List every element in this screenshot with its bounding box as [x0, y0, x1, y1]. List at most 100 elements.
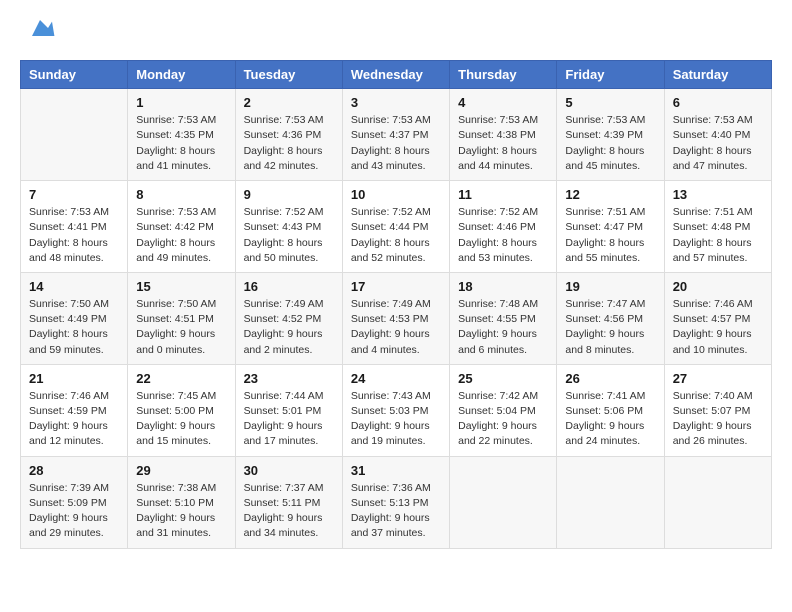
calendar-cell: 22 Sunrise: 7:45 AMSunset: 5:00 PMDayligh… — [128, 364, 235, 456]
calendar-cell: 11 Sunrise: 7:52 AMSunset: 4:46 PMDayligh… — [450, 181, 557, 273]
day-number: 1 — [136, 95, 226, 110]
day-info: Sunrise: 7:49 AMSunset: 4:53 PMDaylight:… — [351, 297, 441, 358]
weekday-header: Friday — [557, 61, 664, 89]
day-number: 16 — [244, 279, 334, 294]
day-number: 11 — [458, 187, 548, 202]
day-number: 3 — [351, 95, 441, 110]
day-info: Sunrise: 7:49 AMSunset: 4:52 PMDaylight:… — [244, 297, 334, 358]
day-number: 7 — [29, 187, 119, 202]
calendar-cell: 19 Sunrise: 7:47 AMSunset: 4:56 PMDayligh… — [557, 272, 664, 364]
calendar-cell: 2 Sunrise: 7:53 AMSunset: 4:36 PMDaylight… — [235, 89, 342, 181]
day-number: 8 — [136, 187, 226, 202]
day-info: Sunrise: 7:50 AMSunset: 4:51 PMDaylight:… — [136, 297, 226, 358]
day-number: 9 — [244, 187, 334, 202]
day-info: Sunrise: 7:37 AMSunset: 5:11 PMDaylight:… — [244, 481, 334, 542]
day-info: Sunrise: 7:53 AMSunset: 4:38 PMDaylight:… — [458, 113, 548, 174]
day-info: Sunrise: 7:45 AMSunset: 5:00 PMDaylight:… — [136, 389, 226, 450]
calendar-week-row: 14 Sunrise: 7:50 AMSunset: 4:49 PMDayligh… — [21, 272, 772, 364]
day-number: 26 — [565, 371, 655, 386]
calendar-cell: 3 Sunrise: 7:53 AMSunset: 4:37 PMDaylight… — [342, 89, 449, 181]
calendar-cell: 1 Sunrise: 7:53 AMSunset: 4:35 PMDaylight… — [128, 89, 235, 181]
day-number: 4 — [458, 95, 548, 110]
weekday-header: Saturday — [664, 61, 771, 89]
calendar-cell: 21 Sunrise: 7:46 AMSunset: 4:59 PMDayligh… — [21, 364, 128, 456]
calendar-week-row: 28Sunrise: 7:39 AMSunset: 5:09 PMDayligh… — [21, 456, 772, 548]
day-number: 28 — [29, 463, 119, 478]
day-info: Sunrise: 7:40 AMSunset: 5:07 PMDaylight:… — [673, 389, 763, 450]
calendar-cell: 16 Sunrise: 7:49 AMSunset: 4:52 PMDayligh… — [235, 272, 342, 364]
day-number: 22 — [136, 371, 226, 386]
weekday-header: Tuesday — [235, 61, 342, 89]
weekday-header: Sunday — [21, 61, 128, 89]
day-number: 2 — [244, 95, 334, 110]
day-number: 30 — [244, 463, 334, 478]
day-info: Sunrise: 7:53 AMSunset: 4:39 PMDaylight:… — [565, 113, 655, 174]
day-info: Sunrise: 7:53 AMSunset: 4:40 PMDaylight:… — [673, 113, 763, 174]
calendar-cell: 12 Sunrise: 7:51 AMSunset: 4:47 PMDayligh… — [557, 181, 664, 273]
calendar-header-row: SundayMondayTuesdayWednesdayThursdayFrid… — [21, 61, 772, 89]
day-number: 19 — [565, 279, 655, 294]
day-number: 10 — [351, 187, 441, 202]
day-number: 31 — [351, 463, 441, 478]
day-info: Sunrise: 7:36 AMSunset: 5:13 PMDaylight:… — [351, 481, 441, 542]
day-number: 17 — [351, 279, 441, 294]
calendar-cell: 31 Sunrise: 7:36 AMSunset: 5:13 PMDayligh… — [342, 456, 449, 548]
day-number: 18 — [458, 279, 548, 294]
logo — [20, 20, 56, 44]
day-info: Sunrise: 7:48 AMSunset: 4:55 PMDaylight:… — [458, 297, 548, 358]
day-number: 20 — [673, 279, 763, 294]
calendar-cell: 5 Sunrise: 7:53 AMSunset: 4:39 PMDaylight… — [557, 89, 664, 181]
day-info: Sunrise: 7:47 AMSunset: 4:56 PMDaylight:… — [565, 297, 655, 358]
day-number: 14 — [29, 279, 119, 294]
day-info: Sunrise: 7:46 AMSunset: 4:59 PMDaylight:… — [29, 389, 119, 450]
calendar-week-row: 7 Sunrise: 7:53 AMSunset: 4:41 PMDaylight… — [21, 181, 772, 273]
day-info: Sunrise: 7:53 AMSunset: 4:42 PMDaylight:… — [136, 205, 226, 266]
day-number: 13 — [673, 187, 763, 202]
calendar-cell: 17 Sunrise: 7:49 AMSunset: 4:53 PMDayligh… — [342, 272, 449, 364]
logo-icon — [24, 12, 56, 44]
calendar-cell: 10 Sunrise: 7:52 AMSunset: 4:44 PMDayligh… — [342, 181, 449, 273]
day-info: Sunrise: 7:44 AMSunset: 5:01 PMDaylight:… — [244, 389, 334, 450]
day-number: 5 — [565, 95, 655, 110]
day-info: Sunrise: 7:42 AMSunset: 5:04 PMDaylight:… — [458, 389, 548, 450]
calendar-cell: 15Sunrise: 7:50 AMSunset: 4:51 PMDayligh… — [128, 272, 235, 364]
day-number: 23 — [244, 371, 334, 386]
page-header — [20, 20, 772, 44]
calendar-cell: 30 Sunrise: 7:37 AMSunset: 5:11 PMDayligh… — [235, 456, 342, 548]
calendar-cell: 4 Sunrise: 7:53 AMSunset: 4:38 PMDaylight… — [450, 89, 557, 181]
calendar-cell: 6 Sunrise: 7:53 AMSunset: 4:40 PMDaylight… — [664, 89, 771, 181]
day-info: Sunrise: 7:52 AMSunset: 4:43 PMDaylight:… — [244, 205, 334, 266]
day-number: 6 — [673, 95, 763, 110]
day-info: Sunrise: 7:52 AMSunset: 4:46 PMDaylight:… — [458, 205, 548, 266]
calendar-cell: 27 Sunrise: 7:40 AMSunset: 5:07 PMDayligh… — [664, 364, 771, 456]
day-info: Sunrise: 7:52 AMSunset: 4:44 PMDaylight:… — [351, 205, 441, 266]
day-number: 12 — [565, 187, 655, 202]
weekday-header: Monday — [128, 61, 235, 89]
calendar-cell: 24Sunrise: 7:43 AMSunset: 5:03 PMDayligh… — [342, 364, 449, 456]
day-info: Sunrise: 7:53 AMSunset: 4:37 PMDaylight:… — [351, 113, 441, 174]
calendar-cell — [450, 456, 557, 548]
day-info: Sunrise: 7:53 AMSunset: 4:41 PMDaylight:… — [29, 205, 119, 266]
day-number: 29 — [136, 463, 226, 478]
calendar-week-row: 21 Sunrise: 7:46 AMSunset: 4:59 PMDayligh… — [21, 364, 772, 456]
day-info: Sunrise: 7:51 AMSunset: 4:47 PMDaylight:… — [565, 205, 655, 266]
calendar-cell: 28Sunrise: 7:39 AMSunset: 5:09 PMDayligh… — [21, 456, 128, 548]
day-number: 27 — [673, 371, 763, 386]
day-info: Sunrise: 7:51 AMSunset: 4:48 PMDaylight:… — [673, 205, 763, 266]
day-info: Sunrise: 7:41 AMSunset: 5:06 PMDaylight:… — [565, 389, 655, 450]
calendar-cell: 25 Sunrise: 7:42 AMSunset: 5:04 PMDayligh… — [450, 364, 557, 456]
calendar-cell: 7 Sunrise: 7:53 AMSunset: 4:41 PMDaylight… — [21, 181, 128, 273]
calendar-cell: 20Sunrise: 7:46 AMSunset: 4:57 PMDayligh… — [664, 272, 771, 364]
day-number: 24 — [351, 371, 441, 386]
calendar-table: SundayMondayTuesdayWednesdayThursdayFrid… — [20, 60, 772, 548]
calendar-cell: 13 Sunrise: 7:51 AMSunset: 4:48 PMDayligh… — [664, 181, 771, 273]
weekday-header: Thursday — [450, 61, 557, 89]
day-info: Sunrise: 7:53 AMSunset: 4:36 PMDaylight:… — [244, 113, 334, 174]
day-number: 25 — [458, 371, 548, 386]
calendar-cell: 9 Sunrise: 7:52 AMSunset: 4:43 PMDaylight… — [235, 181, 342, 273]
day-info: Sunrise: 7:50 AMSunset: 4:49 PMDaylight:… — [29, 297, 119, 358]
calendar-cell: 14 Sunrise: 7:50 AMSunset: 4:49 PMDayligh… — [21, 272, 128, 364]
day-number: 21 — [29, 371, 119, 386]
calendar-cell: 26 Sunrise: 7:41 AMSunset: 5:06 PMDayligh… — [557, 364, 664, 456]
day-info: Sunrise: 7:53 AMSunset: 4:35 PMDaylight:… — [136, 113, 226, 174]
